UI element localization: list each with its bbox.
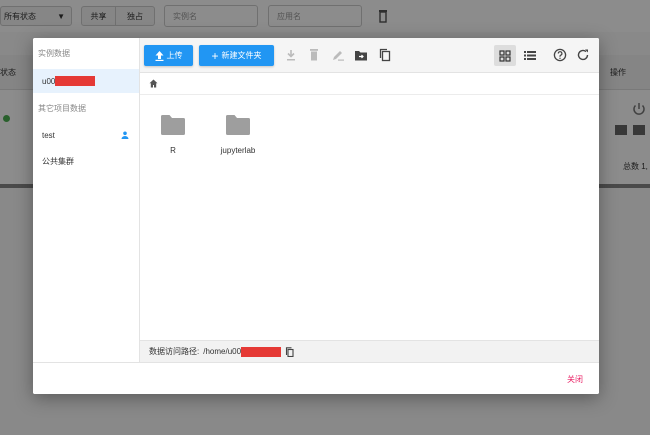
home-icon[interactable] bbox=[149, 79, 158, 88]
folder-name: jupyterlab bbox=[220, 146, 256, 155]
download-icon[interactable] bbox=[284, 48, 298, 62]
folder-item[interactable]: R bbox=[143, 114, 203, 155]
grid-view-toggle[interactable] bbox=[494, 45, 516, 66]
move-folder-icon[interactable] bbox=[354, 48, 368, 62]
user-icon bbox=[121, 131, 129, 139]
folder-name: R bbox=[170, 146, 176, 155]
sidebar-item-test[interactable]: test bbox=[33, 123, 139, 147]
file-browser-main: 上传 + 新建文件夹 R jupyterlab 数据访问路径: /home/u0… bbox=[140, 38, 599, 362]
dialog-footer: 关闭 bbox=[33, 362, 599, 394]
copy-icon[interactable] bbox=[378, 48, 392, 62]
data-source-sidebar: 实例数据 u00 其它项目数据 test 公共集群 bbox=[33, 38, 140, 362]
copy-path-icon[interactable] bbox=[285, 346, 294, 357]
folder-icon bbox=[226, 115, 250, 135]
upload-label: 上传 bbox=[166, 51, 183, 60]
grid-view-icon bbox=[499, 50, 511, 62]
redaction-block bbox=[55, 76, 96, 86]
refresh-icon[interactable] bbox=[576, 48, 590, 62]
new-folder-button[interactable]: + 新建文件夹 bbox=[199, 45, 274, 66]
folder-icon bbox=[161, 115, 185, 135]
breadcrumb bbox=[140, 72, 599, 95]
folder-item[interactable]: jupyterlab bbox=[208, 114, 268, 155]
new-folder-label: 新建文件夹 bbox=[221, 51, 262, 60]
rename-icon[interactable] bbox=[331, 48, 345, 62]
close-button[interactable]: 关闭 bbox=[567, 374, 583, 385]
redaction-block bbox=[241, 346, 282, 357]
path-value: /home/u00 bbox=[203, 347, 242, 356]
instance-data-heading: 实例数据 bbox=[38, 49, 70, 58]
sidebar-item-public-cluster[interactable]: 公共集群 bbox=[33, 149, 139, 173]
project-label: 公共集群 bbox=[42, 156, 74, 166]
upload-icon bbox=[155, 50, 163, 61]
instance-user-label: u00 bbox=[42, 76, 56, 86]
plus-icon: + bbox=[211, 48, 219, 63]
delete-icon[interactable] bbox=[307, 48, 321, 62]
sidebar-item-instance[interactable]: u00 bbox=[33, 69, 139, 93]
upload-button[interactable]: 上传 bbox=[144, 45, 193, 66]
file-toolbar: 上传 + 新建文件夹 bbox=[140, 38, 599, 73]
list-view-icon[interactable] bbox=[523, 48, 537, 62]
other-projects-heading: 其它项目数据 bbox=[38, 104, 86, 113]
data-path-bar: 数据访问路径: /home/u00 bbox=[140, 340, 599, 362]
path-label: 数据访问路径: bbox=[149, 347, 200, 356]
file-browser-dialog: 实例数据 u00 其它项目数据 test 公共集群 上传 + 新建文件夹 R j… bbox=[33, 38, 599, 394]
help-icon[interactable] bbox=[553, 48, 567, 62]
project-label: test bbox=[42, 130, 55, 140]
